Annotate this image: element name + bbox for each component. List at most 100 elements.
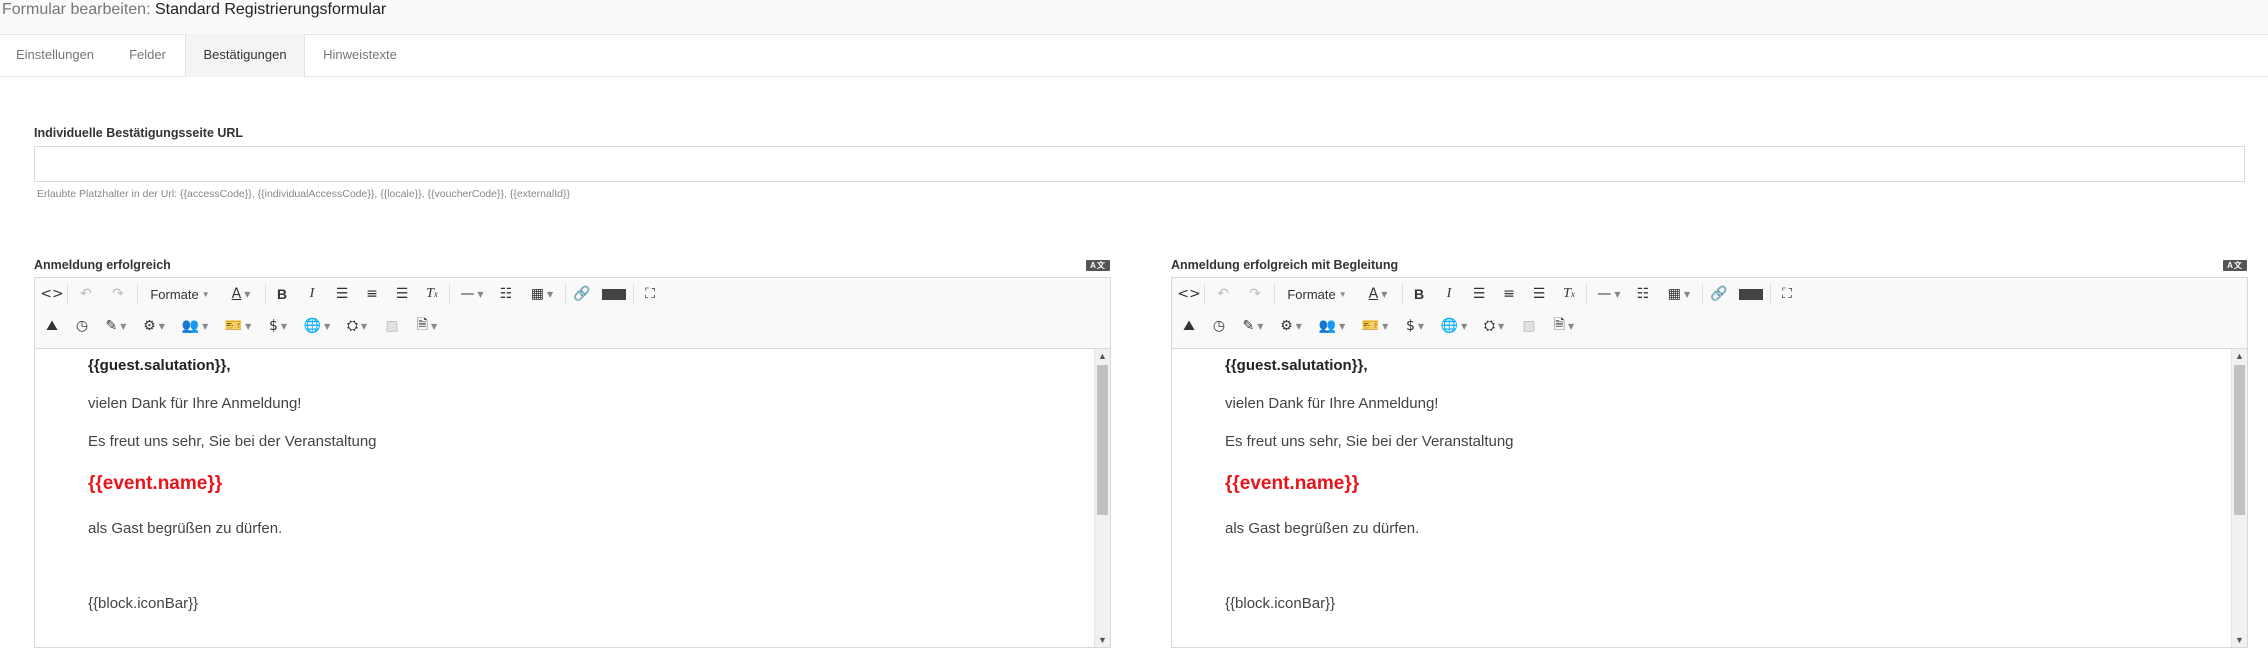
content-welcome: als Gast begrüßen zu dürfen. — [88, 520, 283, 537]
url-field-label: Individuelle Bestätigungsseite URL — [34, 126, 244, 140]
editor-content[interactable]: {{guest.salutation}}, vielen Dank für Ih… — [1172, 349, 2231, 647]
content-welcome: als Gast begrüßen zu dürfen. — [1225, 520, 1420, 537]
editor-label-success-companion: Anmeldung erfolgreich mit Begleitung — [1171, 258, 1399, 272]
bullet-list-icon[interactable]: ☷ — [1632, 282, 1654, 306]
form-name: Standard Registrierungsformular — [154, 1, 387, 18]
undo-icon[interactable]: ↶ — [75, 282, 97, 306]
translate-icon[interactable]: A文 — [1086, 260, 1110, 271]
guests-group-icon[interactable]: 👥 ▼ — [177, 314, 213, 338]
align-right-icon[interactable]: ☰ — [391, 282, 413, 306]
image-gallery-icon[interactable]: ⛰ — [41, 314, 63, 338]
bold-icon[interactable]: B — [1408, 282, 1430, 306]
title-prefix: Formular bearbeiten: — [2, 1, 155, 18]
editor-label-success: Anmeldung erfolgreich — [34, 258, 171, 272]
edit-placeholder-icon[interactable]: ✎ ▼ — [101, 314, 131, 338]
url-placeholder-hint: Erlaubte Platzhalter in der Url: {{acces… — [37, 188, 570, 200]
scroll-down-icon[interactable]: ▼ — [1095, 633, 1110, 647]
link-icon[interactable]: 🔗 — [571, 282, 593, 306]
settings-gear-icon[interactable]: ⚙ ▼ — [1276, 314, 1306, 338]
redo-icon[interactable]: ↷ — [107, 282, 129, 306]
ticket-icon[interactable]: 🎫 ▼ — [221, 314, 255, 338]
content-thanks: vielen Dank für Ihre Anmeldung! — [1225, 395, 1439, 412]
rich-text-editor-success: <> ↶ ↷ Formate ▼ A ▼ B I ☰ ≡ ☰ Tx — ▼ ☷ ▦ ▼ … — [34, 277, 1111, 648]
image-icon[interactable]: ▨ — [1518, 314, 1540, 338]
text-color-icon[interactable]: A ▼ — [1360, 282, 1396, 306]
globe-icon[interactable]: 🌐 ▼ — [1438, 314, 1470, 338]
scroll-up-icon[interactable]: ▲ — [2232, 349, 2247, 363]
tab-bar: Einstellungen Felder Bestätigungen Hinwe… — [0, 34, 2268, 77]
redo-icon[interactable]: ↷ — [1244, 282, 1266, 306]
translate-icon[interactable]: A文 — [2223, 260, 2247, 271]
table-icon[interactable]: ▦ ▼ — [1662, 282, 1696, 306]
vertical-scrollbar[interactable]: ▲ ▼ — [1094, 349, 1110, 647]
tab-bestaetigungen[interactable]: Bestätigungen — [185, 34, 305, 77]
scroll-thumb[interactable] — [2234, 365, 2245, 515]
content-salutation: {{guest.salutation}}, — [88, 357, 231, 374]
formats-dropdown[interactable]: Formate ▼ — [1282, 282, 1352, 306]
vertical-scrollbar[interactable]: ▲ ▼ — [2231, 349, 2247, 647]
editor-toolbar: <> ↶ ↷ Formate ▼ A ▼ B I ☰ ≡ ☰ Tx — ▼ ☷ ▦ ▼ … — [35, 278, 1110, 349]
align-center-icon[interactable]: ≡ — [1498, 282, 1520, 306]
confirmation-url-input[interactable] — [34, 146, 2245, 182]
globe-icon[interactable]: 🌐 ▼ — [301, 314, 333, 338]
source-code-icon[interactable]: <> — [40, 282, 63, 306]
image-gallery-icon[interactable]: ⛰ — [1178, 314, 1200, 338]
ticket-icon[interactable]: 🎫 ▼ — [1358, 314, 1392, 338]
clock-icon[interactable]: ◷ — [1208, 314, 1230, 338]
link-icon[interactable]: 🔗 — [1708, 282, 1730, 306]
content-thanks: vielen Dank für Ihre Anmeldung! — [88, 395, 302, 412]
tab-einstellungen[interactable]: Einstellungen — [0, 34, 110, 76]
image-icon[interactable]: ▨ — [381, 314, 403, 338]
page-title: Formular bearbeiten: Standard Registrier… — [2, 0, 386, 20]
clear-format-icon[interactable]: Tx — [421, 282, 443, 306]
content-iconbar: {{block.iconBar}} — [1225, 595, 1336, 612]
scroll-down-icon[interactable]: ▼ — [2232, 633, 2247, 647]
align-left-icon[interactable]: ☰ — [1468, 282, 1490, 306]
formats-label: Formate — [150, 286, 199, 302]
bold-icon[interactable]: B — [271, 282, 293, 306]
scroll-up-icon[interactable]: ▲ — [1095, 349, 1110, 363]
button-block-icon[interactable] — [601, 282, 627, 306]
shapes-icon[interactable]: ⛭ ▼ — [1478, 314, 1510, 338]
settings-gear-icon[interactable]: ⚙ ▼ — [139, 314, 169, 338]
fullscreen-icon[interactable]: ⛶ — [639, 282, 661, 306]
content-event-name: {{event.name}} — [1225, 473, 1360, 494]
edit-placeholder-icon[interactable]: ✎ ▼ — [1238, 314, 1268, 338]
source-code-icon[interactable]: <> — [1177, 282, 1200, 306]
table-icon[interactable]: ▦ ▼ — [525, 282, 559, 306]
clear-format-icon[interactable]: Tx — [1558, 282, 1580, 306]
editor-toolbar: <> ↶ ↷ Formate ▼ A ▼ B I ☰ ≡ ☰ Tx — ▼ ☷ ▦ ▼ … — [1172, 278, 2247, 349]
dollar-icon[interactable]: $ ▼ — [263, 314, 293, 338]
fullscreen-icon[interactable]: ⛶ — [1776, 282, 1798, 306]
horizontal-rule-icon[interactable]: — ▼ — [1592, 282, 1626, 306]
formats-dropdown[interactable]: Formate ▼ — [145, 282, 215, 306]
pdf-document-icon[interactable]: 🗎 ▼ — [411, 314, 443, 338]
content-event-name: {{event.name}} — [88, 473, 223, 494]
shapes-icon[interactable]: ⛭ ▼ — [341, 314, 373, 338]
guests-group-icon[interactable]: 👥 ▼ — [1314, 314, 1350, 338]
pdf-document-icon[interactable]: 🗎 ▼ — [1548, 314, 1580, 338]
button-block-icon[interactable] — [1738, 282, 1764, 306]
editor-content[interactable]: {{guest.salutation}}, vielen Dank für Ih… — [35, 349, 1094, 647]
scroll-thumb[interactable] — [1097, 365, 1108, 515]
italic-icon[interactable]: I — [1438, 282, 1460, 306]
align-left-icon[interactable]: ☰ — [331, 282, 353, 306]
undo-icon[interactable]: ↶ — [1212, 282, 1234, 306]
tab-felder[interactable]: Felder — [110, 34, 185, 76]
content-joy: Es freut uns sehr, Sie bei der Veranstal… — [88, 433, 377, 450]
content-joy: Es freut uns sehr, Sie bei der Veranstal… — [1225, 433, 1514, 450]
rich-text-editor-success-companion: <> ↶ ↷ Formate ▼ A ▼ B I ☰ ≡ ☰ Tx — ▼ ☷ ▦ ▼ … — [1171, 277, 2248, 648]
content-iconbar: {{block.iconBar}} — [88, 595, 199, 612]
tab-hinweistexte[interactable]: Hinweistexte — [304, 34, 416, 76]
content-salutation: {{guest.salutation}}, — [1225, 357, 1368, 374]
formats-label: Formate — [1287, 286, 1336, 302]
align-center-icon[interactable]: ≡ — [361, 282, 383, 306]
bullet-list-icon[interactable]: ☷ — [495, 282, 517, 306]
page-header: Formular bearbeiten: Standard Registrier… — [0, 0, 2268, 35]
text-color-icon[interactable]: A ▼ — [223, 282, 259, 306]
italic-icon[interactable]: I — [301, 282, 323, 306]
horizontal-rule-icon[interactable]: — ▼ — [455, 282, 489, 306]
clock-icon[interactable]: ◷ — [71, 314, 93, 338]
align-right-icon[interactable]: ☰ — [1528, 282, 1550, 306]
dollar-icon[interactable]: $ ▼ — [1400, 314, 1430, 338]
